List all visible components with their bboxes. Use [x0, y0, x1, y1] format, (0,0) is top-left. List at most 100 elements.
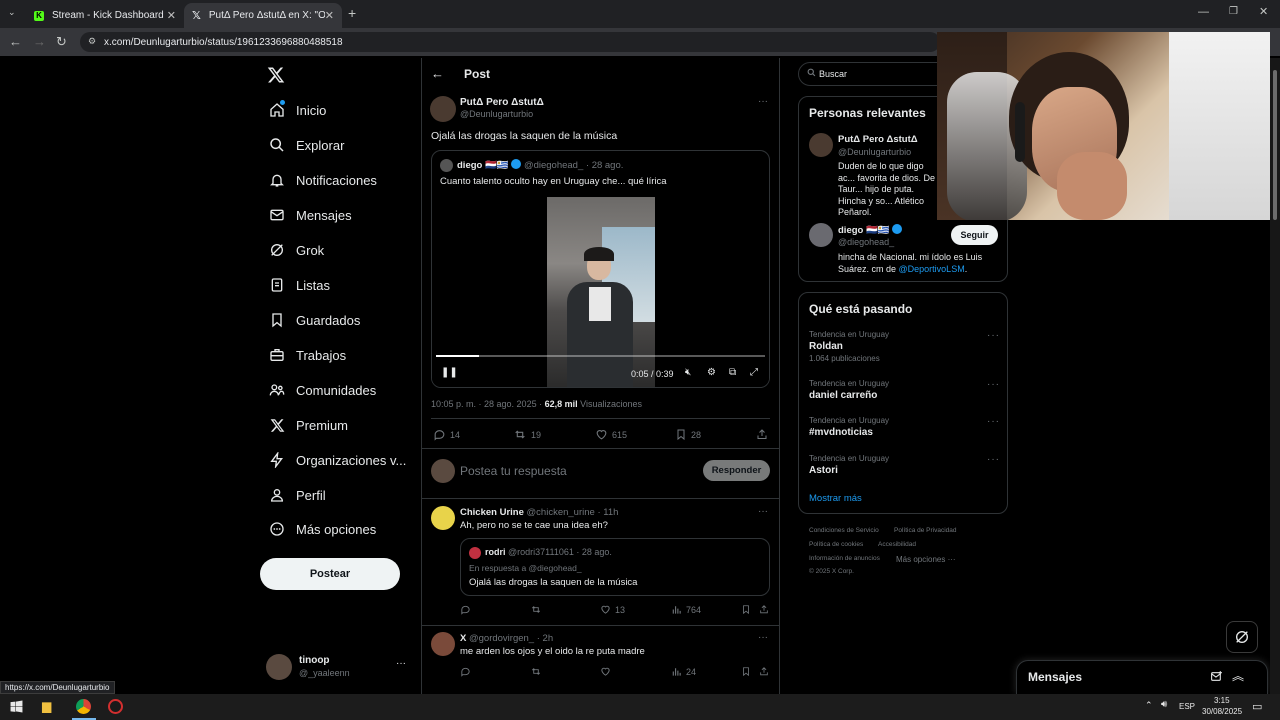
back-icon[interactable]: ←	[9, 34, 22, 49]
page-scrollbar[interactable]	[1270, 58, 1280, 694]
tray-chevron-icon[interactable]: ⌃	[1145, 700, 1153, 711]
tab-kick-dashboard[interactable]: K Stream - Kick Dashboard ✕	[26, 3, 184, 28]
messages-drawer[interactable]: Mensajes ︽	[1016, 660, 1268, 694]
scrollbar-thumb[interactable]	[1273, 70, 1277, 220]
more-icon[interactable]: ···	[758, 96, 768, 107]
forward-icon[interactable]: →	[33, 34, 46, 49]
footer-link[interactable]: Condiciones de Servicio	[809, 527, 879, 534]
footer-more-link[interactable]: Más opciones ···	[896, 555, 956, 564]
share-button[interactable]	[756, 428, 772, 441]
person-handle[interactable]: @Deunlugarturbio	[838, 147, 911, 157]
trend-name[interactable]: Roldan	[809, 341, 843, 352]
more-icon[interactable]: ···	[758, 506, 768, 517]
nav-item-listas[interactable]: Listas	[268, 272, 330, 298]
list-item[interactable]: X @gordovirgen_ · 2h ··· me arden los oj…	[422, 626, 779, 694]
fullscreen-icon[interactable]: ⤢	[750, 367, 758, 378]
nav-item-guardados[interactable]: Guardados	[268, 307, 360, 333]
reload-icon[interactable]: ↻	[56, 34, 67, 50]
like-button[interactable]: 615	[595, 428, 627, 441]
new-tab-button[interactable]: +	[348, 5, 356, 21]
expand-icon[interactable]: ︽	[1232, 667, 1244, 684]
nav-item-perfil[interactable]: Perfil	[268, 482, 326, 508]
quoted-post[interactable]: rodri @rodri37111061 · 28 ago. En respue…	[460, 538, 770, 596]
more-icon[interactable]: ···	[758, 632, 768, 643]
footer-link[interactable]: Política de Privacidad	[894, 527, 957, 534]
repost-button[interactable]	[530, 666, 546, 677]
new-message-icon[interactable]	[1210, 670, 1223, 683]
repost-button[interactable]: 19	[513, 428, 541, 441]
footer-link[interactable]: Política de cookies	[809, 541, 863, 548]
person-name[interactable]: PutΔ Pero ΔstutΔ	[838, 134, 918, 145]
pause-icon[interactable]: ❚❚	[441, 367, 458, 378]
close-tab-icon[interactable]: ✕	[325, 9, 334, 22]
close-window-icon[interactable]: ✕	[1259, 5, 1268, 18]
mute-icon[interactable]: 🔇︎	[685, 367, 691, 378]
nav-item-comunidades[interactable]: Comunidades	[268, 377, 376, 403]
avatar[interactable]	[430, 96, 456, 122]
reply-author-name[interactable]: Chicken Urine	[460, 507, 524, 518]
reply-button[interactable]: 14	[433, 428, 460, 441]
reply-button[interactable]	[460, 666, 475, 677]
responder-button[interactable]: Responder	[703, 460, 770, 481]
notifications-icon[interactable]: ▭	[1252, 700, 1262, 713]
avatar[interactable]	[809, 133, 833, 157]
like-button[interactable]: 13	[600, 604, 625, 615]
nav-item-premium[interactable]: Premium	[268, 412, 348, 438]
x-logo-icon[interactable]	[266, 66, 286, 84]
reply-input[interactable]: Postea tu respuesta	[460, 464, 567, 478]
show-more-link[interactable]: Mostrar más	[809, 493, 862, 504]
back-arrow-icon[interactable]: ←	[431, 66, 444, 81]
person-handle[interactable]: @diegohead_	[838, 237, 894, 247]
pip-icon[interactable]: ⧉	[729, 367, 736, 378]
nav-item-organizaciones[interactable]: Organizaciones v...	[268, 447, 406, 473]
avatar[interactable]	[431, 506, 455, 530]
address-bar[interactable]: ⚙ x.com/Deunlugarturbio/status/196123369…	[80, 32, 940, 52]
post-author-name[interactable]: PutΔ Pero ΔstutΔ	[460, 97, 544, 108]
post-author-handle[interactable]: @Deunlugarturbio	[460, 109, 533, 119]
more-icon[interactable]: ···	[987, 330, 1000, 341]
nav-item-notificaciones[interactable]: Notificaciones	[268, 167, 377, 193]
reply-author-handle[interactable]: @chicken_urine	[527, 507, 595, 518]
tab-x-post[interactable]: 𝕏 PutΔ Pero ΔstutΔ en X: "Ojalá l ✕	[184, 3, 342, 28]
reply-author-handle[interactable]: @gordovirgen_	[469, 633, 534, 644]
volume-icon[interactable]: 🔊︎	[1161, 699, 1167, 710]
grok-floating-button[interactable]	[1226, 621, 1258, 653]
close-tab-icon[interactable]: ✕	[167, 9, 176, 22]
bookmark-button[interactable]	[741, 666, 755, 677]
nav-item-mensajes[interactable]: Mensajes	[268, 202, 352, 228]
site-info-icon[interactable]: ⚙	[88, 36, 96, 47]
avatar[interactable]	[431, 632, 455, 656]
more-icon[interactable]: ···	[396, 658, 406, 669]
nav-item-trabajos[interactable]: Trabajos	[268, 342, 346, 368]
restore-window-icon[interactable]: ❐	[1229, 6, 1238, 17]
trend-name[interactable]: #mvdnoticias	[809, 427, 873, 438]
share-button[interactable]	[759, 666, 773, 677]
bookmark-button[interactable]	[741, 604, 755, 615]
reply-author-name[interactable]: X	[460, 633, 466, 644]
footer-link[interactable]: Accesibilidad	[878, 541, 916, 548]
file-explorer-icon[interactable]: ▆	[42, 699, 51, 713]
trend-name[interactable]: Astori	[809, 465, 838, 476]
postear-button[interactable]: Postear	[260, 558, 400, 590]
like-button[interactable]	[600, 666, 615, 677]
views-button[interactable]: 764	[671, 604, 701, 615]
trend-name[interactable]: daniel carreño	[809, 390, 877, 401]
footer-link[interactable]: Información de anuncios	[809, 555, 880, 562]
settings-icon[interactable]: ⚙	[707, 367, 716, 378]
quoted-post[interactable]: diego 🇳🇱🇺🇾 @diegohead_ · 28 ago. Cuanto …	[431, 150, 770, 388]
language-indicator[interactable]: ESP	[1179, 702, 1195, 711]
bookmark-button[interactable]: 28	[675, 428, 701, 441]
nav-item-grok[interactable]: Grok	[268, 237, 324, 263]
windows-start-icon[interactable]	[10, 700, 23, 713]
tab-search-chevron-icon[interactable]: ⌄	[8, 7, 16, 18]
nav-item-inicio[interactable]: Inicio	[268, 97, 326, 123]
nav-item-mas-opciones[interactable]: Más opciones	[268, 516, 376, 542]
video-player[interactable]: ❚❚ 0:05 / 0:39 🔇︎ ⚙ ⧉ ⤢	[432, 197, 769, 387]
clock-date[interactable]: 30/08/2025	[1202, 707, 1242, 716]
bio-mention-link[interactable]: @DeportivoLSM	[899, 264, 965, 274]
account-switcher[interactable]: tinoop @_yaaleenn ···	[266, 652, 412, 682]
avatar[interactable]	[809, 223, 833, 247]
chrome-taskbar-button[interactable]	[72, 694, 96, 720]
more-icon[interactable]: ···	[987, 416, 1000, 427]
obs-icon[interactable]	[108, 699, 123, 714]
